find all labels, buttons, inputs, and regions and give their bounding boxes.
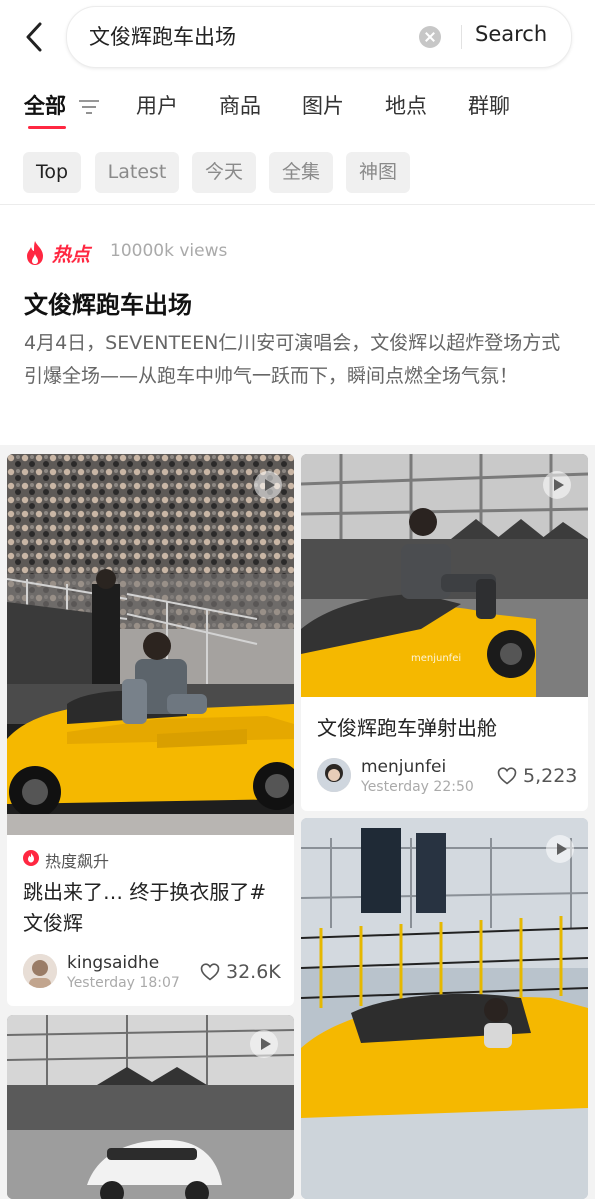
topic-description: 4月4日，SEVENTEEN仁川安可演唱会，文俊辉以超炸登场方式引爆全场——从跑… [24, 332, 561, 387]
view-count: 10000k views [110, 241, 228, 261]
tab-groups[interactable]: 群聊 [468, 90, 510, 120]
trending-topic-card[interactable]: 热点 10000k views 文俊辉跑车出场 4月4日，SEVENTEEN仁川… [0, 205, 595, 445]
author-name[interactable]: kingsaidhe [67, 953, 159, 973]
clear-icon[interactable] [419, 26, 441, 48]
search-divider [461, 25, 462, 49]
hot-label: 热点 [52, 244, 91, 266]
post-thumbnail [301, 818, 588, 1199]
post-time: Yesterday 22:50 [361, 779, 474, 795]
video-play-icon [250, 1030, 278, 1058]
heart-icon[interactable] [497, 767, 517, 785]
chip-best-images[interactable]: 神图 [346, 152, 410, 193]
flame-icon [27, 241, 43, 265]
chip-latest[interactable]: Latest [95, 152, 179, 193]
like-count: 5,223 [523, 765, 578, 787]
watermark: menjunfei [411, 653, 461, 664]
author-name[interactable]: menjunfei [361, 757, 446, 777]
trend-label: 热度飙升 [45, 852, 110, 871]
post-title: 文俊辉跑车弹射出舱 [317, 716, 497, 740]
post-thumbnail [7, 454, 294, 835]
tab-products[interactable]: 商品 [219, 90, 261, 120]
active-tab-indicator [28, 126, 66, 129]
tab-users[interactable]: 用户 [136, 90, 178, 120]
post-card-4[interactable] [301, 818, 588, 1199]
search-query[interactable]: 文俊辉跑车出场 [89, 21, 236, 51]
video-play-icon [543, 471, 571, 499]
tab-all[interactable]: 全部 [24, 90, 66, 120]
post-card-3[interactable] [7, 1015, 294, 1199]
chip-today[interactable]: 今天 [192, 152, 256, 193]
post-card-2[interactable]: menjunfei 文俊辉跑车弹射出舱 menjunfei Yesterday … [301, 454, 588, 811]
post-title: 跳出来了… 终于换衣服了#文俊辉 [23, 880, 267, 935]
tab-images[interactable]: 图片 [302, 90, 344, 120]
trending-icon [23, 850, 39, 866]
chip-full-collection[interactable]: 全集 [269, 152, 333, 193]
filter-icon[interactable] [78, 98, 100, 116]
search-button[interactable]: Search [475, 22, 547, 46]
post-card-1[interactable]: 热度飙升 跳出来了… 终于换衣服了#文俊辉 kingsaidhe Yesterd… [7, 454, 294, 1006]
back-arrow-icon[interactable] [20, 20, 50, 54]
topic-title: 文俊辉跑车出场 [24, 291, 192, 319]
tab-places[interactable]: 地点 [385, 90, 427, 120]
heart-icon[interactable] [200, 963, 220, 981]
post-time: Yesterday 18:07 [67, 975, 180, 991]
like-count: 32.6K [226, 961, 281, 983]
chip-top[interactable]: Top [23, 152, 81, 193]
video-play-icon [254, 471, 282, 499]
video-play-icon [546, 835, 574, 863]
avatar[interactable] [23, 954, 57, 988]
search-input[interactable]: 文俊辉跑车出场 Search [66, 6, 572, 68]
avatar[interactable] [317, 758, 351, 792]
